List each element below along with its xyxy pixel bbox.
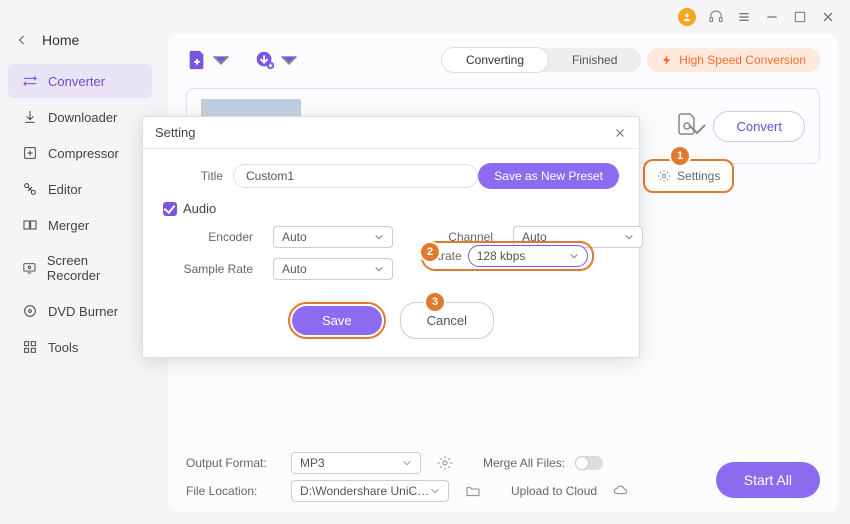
sidebar-item-label: Converter bbox=[48, 74, 105, 89]
folder-icon[interactable] bbox=[465, 483, 481, 499]
chevron-down-icon bbox=[430, 486, 440, 496]
sidebar-item-label: Tools bbox=[48, 340, 78, 355]
convert-button[interactable]: Convert bbox=[713, 111, 805, 142]
output-format-label: Output Format: bbox=[186, 456, 281, 470]
step-badge-1: 1 bbox=[671, 147, 689, 165]
add-file-button[interactable] bbox=[186, 49, 232, 71]
chevron-down-icon bbox=[402, 458, 412, 468]
chevron-down-icon bbox=[624, 232, 634, 242]
back-icon bbox=[16, 34, 28, 46]
lightning-icon bbox=[661, 54, 673, 66]
dialog-title: Setting bbox=[155, 125, 195, 140]
sidebar-item-label: Downloader bbox=[48, 110, 117, 125]
chevron-down-icon bbox=[374, 264, 384, 274]
tab-converting[interactable]: Converting bbox=[442, 48, 548, 72]
encoder-select[interactable]: Auto bbox=[273, 226, 393, 248]
screen-recorder-icon bbox=[22, 260, 37, 276]
tab-finished[interactable]: Finished bbox=[548, 48, 641, 72]
editor-icon bbox=[22, 181, 38, 197]
high-speed-label: High Speed Conversion bbox=[679, 53, 806, 67]
sidebar-item-editor[interactable]: Editor bbox=[8, 172, 152, 206]
home-label: Home bbox=[42, 32, 79, 48]
upload-cloud-label: Upload to Cloud bbox=[511, 484, 597, 498]
sidebar-item-tools[interactable]: Tools bbox=[8, 330, 152, 364]
bottom-bar: Output Format: MP3 Merge All Files: File… bbox=[186, 446, 820, 502]
encoder-label: Encoder bbox=[163, 230, 253, 244]
settings-label: Settings bbox=[677, 169, 720, 183]
step-badge-2: 2 bbox=[421, 243, 439, 261]
merge-files-toggle[interactable] bbox=[575, 456, 603, 470]
tabs: Converting Finished bbox=[442, 48, 641, 72]
sidebar-item-label: Screen Recorder bbox=[47, 253, 138, 283]
downloader-icon bbox=[22, 109, 38, 125]
chevron-down-icon bbox=[374, 232, 384, 242]
close-icon[interactable] bbox=[613, 126, 627, 140]
sidebar-item-screen-recorder[interactable]: Screen Recorder bbox=[8, 244, 152, 292]
high-speed-badge[interactable]: High Speed Conversion bbox=[647, 48, 820, 72]
sidebar-item-label: Merger bbox=[48, 218, 89, 233]
sidebar: Home Converter Downloader Compressor Edi… bbox=[0, 0, 160, 524]
titlebar bbox=[678, 0, 850, 34]
start-all-button[interactable]: Start All bbox=[716, 462, 820, 498]
menu-icon[interactable] bbox=[736, 9, 752, 25]
close-icon[interactable] bbox=[820, 9, 836, 25]
maximize-icon[interactable] bbox=[792, 9, 808, 25]
output-format-icon[interactable] bbox=[675, 110, 699, 143]
audio-checkbox[interactable] bbox=[163, 202, 177, 216]
sidebar-item-converter[interactable]: Converter bbox=[8, 64, 152, 98]
sidebar-item-label: Compressor bbox=[48, 146, 119, 161]
home-row[interactable]: Home bbox=[0, 28, 160, 62]
audio-label: Audio bbox=[183, 201, 216, 216]
user-avatar[interactable] bbox=[678, 8, 696, 26]
chevron-down-icon bbox=[685, 115, 709, 143]
audio-section-header: Audio bbox=[163, 201, 619, 216]
sidebar-item-downloader[interactable]: Downloader bbox=[8, 100, 152, 134]
samplerate-label: Sample Rate bbox=[163, 262, 253, 276]
title-input[interactable]: Custom1 bbox=[233, 164, 478, 188]
headset-icon[interactable] bbox=[708, 9, 724, 25]
sidebar-item-dvd-burner[interactable]: DVD Burner bbox=[8, 294, 152, 328]
converter-icon bbox=[22, 73, 38, 89]
dialog-header: Setting bbox=[143, 117, 639, 149]
sidebar-item-compressor[interactable]: Compressor bbox=[8, 136, 152, 170]
settings-dialog: Setting Title Custom1 Save as New Preset… bbox=[142, 116, 640, 358]
samplerate-select[interactable]: Auto bbox=[273, 258, 393, 280]
chevron-down-icon bbox=[569, 251, 579, 261]
cancel-button[interactable]: Cancel bbox=[400, 302, 494, 339]
tools-icon bbox=[22, 339, 38, 355]
save-preset-button[interactable]: Save as New Preset bbox=[478, 163, 619, 189]
add-download-button[interactable] bbox=[254, 49, 300, 71]
merge-files-label: Merge All Files: bbox=[483, 456, 565, 470]
add-file-icon bbox=[186, 49, 208, 71]
minimize-icon[interactable] bbox=[764, 9, 780, 25]
save-button[interactable]: Save bbox=[292, 306, 382, 335]
toolbar: Converting Finished High Speed Conversio… bbox=[168, 34, 838, 82]
sidebar-item-label: Editor bbox=[48, 182, 82, 197]
chevron-down-icon bbox=[278, 49, 300, 71]
step-badge-3: 3 bbox=[426, 293, 444, 311]
file-location-label: File Location: bbox=[186, 484, 281, 498]
settings-gear-icon[interactable] bbox=[437, 455, 453, 471]
chevron-down-icon bbox=[210, 49, 232, 71]
sidebar-item-label: DVD Burner bbox=[48, 304, 118, 319]
output-format-select[interactable]: MP3 bbox=[291, 452, 421, 474]
cloud-icon[interactable] bbox=[613, 483, 629, 499]
dvd-burner-icon bbox=[22, 303, 38, 319]
sidebar-item-merger[interactable]: Merger bbox=[8, 208, 152, 242]
add-download-icon bbox=[254, 49, 276, 71]
settings-button[interactable]: Settings bbox=[643, 159, 734, 193]
bitrate-select[interactable]: 128 kbps bbox=[468, 245, 588, 267]
gear-icon bbox=[657, 169, 671, 183]
compressor-icon bbox=[22, 145, 38, 161]
title-field-label: Title bbox=[163, 169, 223, 183]
file-location-select[interactable]: D:\Wondershare UniConverter 1 bbox=[291, 480, 449, 502]
merger-icon bbox=[22, 217, 38, 233]
